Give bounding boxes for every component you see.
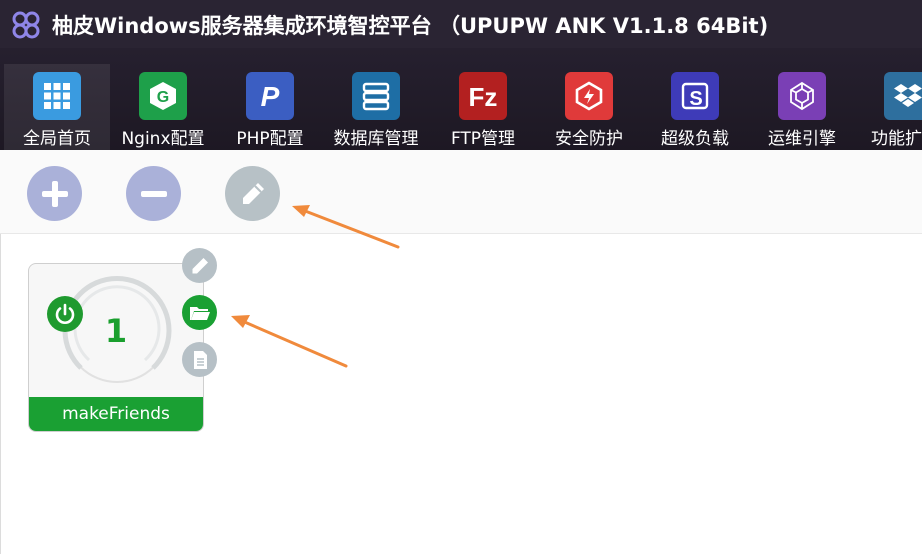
add-site-button[interactable] (27, 166, 82, 221)
annotation-arrow-edit (292, 205, 400, 249)
tab-ops-engine-label: 运维引擎 (768, 129, 836, 149)
database-icon (352, 72, 400, 120)
nginx-icon: G (139, 72, 187, 120)
site-name: makeFriends (29, 397, 203, 431)
site-card[interactable]: 1 makeFriends (28, 263, 204, 432)
edit-site-button[interactable] (225, 166, 280, 221)
svg-text:P: P (261, 81, 280, 112)
tab-database-label: 数据库管理 (333, 129, 419, 149)
tab-php[interactable]: P PHP配置 (217, 68, 323, 150)
folder-open-icon (189, 306, 210, 320)
tab-nginx[interactable]: G Nginx配置 (110, 68, 216, 150)
php-icon: P (246, 72, 294, 120)
svg-text:S: S (689, 88, 702, 110)
tab-ftp-label: FTP管理 (450, 129, 516, 149)
tab-ftp[interactable]: Fz FTP管理 (430, 68, 536, 150)
pencil-icon (242, 182, 264, 204)
open-folder-button[interactable] (182, 295, 217, 330)
dropbox-icon (884, 72, 922, 120)
window-title: 柚皮Windows服务器集成环境智控平台 （UPUPW ANK V1.1.8 6… (52, 14, 769, 38)
load-icon: S (671, 72, 719, 120)
tab-super-load[interactable]: S 超级负载 (642, 68, 748, 150)
tab-ops-engine[interactable]: 运维引擎 (749, 68, 855, 150)
title-bar: 柚皮Windows服务器集成环境智控平台 （UPUPW ANK V1.1.8 6… (0, 0, 922, 48)
shield-icon (565, 72, 613, 120)
tab-extensions-label: 功能扩 (871, 129, 922, 149)
log-document-button[interactable] (182, 342, 217, 377)
action-bar (0, 150, 922, 234)
tab-nginx-label: Nginx配置 (121, 129, 205, 149)
tab-security-label: 安全防护 (555, 129, 623, 149)
tab-extensions[interactable]: 功能扩 (855, 68, 922, 150)
tab-database[interactable]: 数据库管理 (323, 68, 429, 150)
tab-home-label: 全局首页 (23, 129, 91, 149)
tab-php-label: PHP配置 (236, 129, 304, 149)
minus-icon (140, 190, 167, 197)
upupw-logo-icon (12, 11, 40, 39)
tab-super-load-label: 超级负载 (661, 129, 729, 149)
engine-icon (778, 72, 826, 120)
annotation-arrow-folder (231, 315, 348, 368)
edit-card-button[interactable] (182, 248, 217, 283)
tab-security[interactable]: 安全防护 (536, 68, 642, 150)
grid-icon (33, 72, 81, 120)
power-icon (55, 303, 75, 324)
svg-text:G: G (157, 89, 169, 106)
power-button[interactable] (47, 296, 83, 332)
document-icon (193, 350, 207, 369)
svg-text:Fz: Fz (469, 82, 498, 112)
remove-site-button[interactable] (126, 166, 181, 221)
tab-home[interactable]: 全局首页 (4, 64, 110, 150)
filezilla-icon: Fz (459, 72, 507, 120)
main-toolbar: 全局首页 G Nginx配置 P PHP配置 数据库管理 Fz FTP管理 安全… (0, 48, 922, 150)
pencil-icon (192, 257, 208, 273)
plus-icon (41, 180, 68, 207)
